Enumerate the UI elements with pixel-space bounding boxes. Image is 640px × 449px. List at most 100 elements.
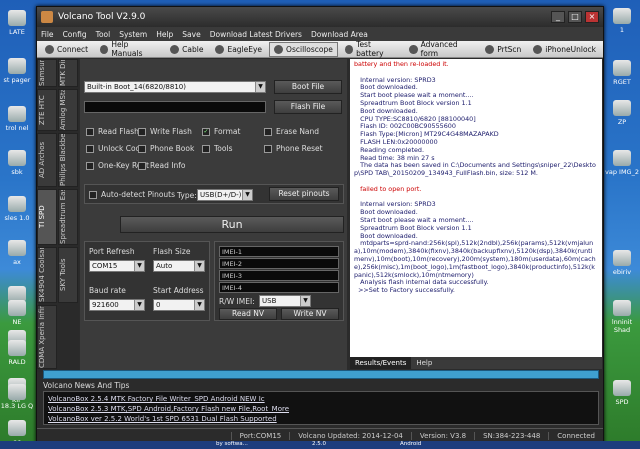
side-tab-6[interactable]: TI SPD <box>37 189 57 245</box>
side-tab-8[interactable]: SK4904 Coolsand & Huawei <box>37 247 57 303</box>
cable-button[interactable]: Cable <box>165 42 208 57</box>
iphoneunlock-button[interactable]: iPhoneUnlock <box>528 42 601 57</box>
boot-file-button[interactable]: Boot File <box>274 80 342 94</box>
side-tab-7[interactable]: Spreadtrum Easy Flash <box>58 189 78 245</box>
log-tab-1[interactable]: Help <box>411 357 437 369</box>
side-tab-1[interactable]: MTK Direct <box>58 59 78 87</box>
desktop-icon[interactable]: RALD <box>0 340 34 366</box>
check-tools[interactable]: Tools <box>202 144 232 153</box>
port-select[interactable]: COM15 ▼ <box>89 260 145 272</box>
menu-item-download-area[interactable]: Download Area <box>311 30 368 39</box>
boot-select[interactable]: Built-in Boot_14(6820/8810) ▼ <box>84 81 266 93</box>
maximize-icon[interactable]: □ <box>568 11 582 23</box>
check-format[interactable]: ✓ Format <box>202 127 240 136</box>
check-read-info[interactable]: Read Info <box>138 161 185 170</box>
desktop-icon[interactable]: NE <box>0 300 34 326</box>
checkbox[interactable] <box>138 127 146 136</box>
news-link[interactable]: VolcanoBox ver 2.5.2 World's 1st SPD 653… <box>48 414 594 424</box>
menu-item-download-latest-drivers[interactable]: Download Latest Drivers <box>210 30 302 39</box>
checkbox[interactable] <box>264 127 272 136</box>
check-phone-book[interactable]: Phone Book <box>138 144 194 153</box>
log-tab-0[interactable]: Results/Events <box>350 357 412 369</box>
rw-imei-select[interactable]: USB ▼ <box>259 295 311 307</box>
refresh-link[interactable]: Refresh <box>106 247 134 256</box>
prtscn-button[interactable]: PrtScn <box>480 42 526 57</box>
checkbox[interactable] <box>138 161 146 170</box>
read-nv-button[interactable]: Read NV <box>219 308 277 320</box>
desktop-icon[interactable]: ZP <box>605 100 639 126</box>
side-tab-4[interactable]: AD Archos <box>37 133 57 187</box>
minimize-icon[interactable]: _ <box>551 11 565 23</box>
imei-2-field[interactable]: IMEI-2 <box>219 258 339 269</box>
side-tab-0[interactable]: Samsung AD_Sky <box>37 59 57 87</box>
checkbox[interactable] <box>202 144 210 153</box>
baud-select[interactable]: 921600 ▼ <box>89 299 145 311</box>
desktop-icon[interactable]: RGET <box>605 60 639 86</box>
menu-item-file[interactable]: File <box>41 30 54 39</box>
news-link[interactable]: VolcanoBox 2.5.4 MTK Factory File Writer… <box>48 394 594 404</box>
side-tab-10[interactable]: CDMA Xperia Infineon <box>37 305 57 369</box>
menu-item-config[interactable]: Config <box>63 30 87 39</box>
checkbox[interactable] <box>89 190 97 199</box>
checkbox[interactable]: ✓ <box>202 127 210 136</box>
desktop-icon[interactable]: sbk <box>0 150 34 176</box>
advanced-form-button[interactable]: Advanced form <box>404 40 478 58</box>
auto-detect-check[interactable]: Auto-detect Pinouts <box>89 190 175 199</box>
type-select[interactable]: USB(D+/D-) ▼ <box>197 189 253 201</box>
menu-item-system[interactable]: System <box>119 30 147 39</box>
desktop-icon[interactable]: lnninit Shad <box>605 300 639 334</box>
check-unlock-code[interactable]: Unlock Code <box>86 144 145 153</box>
menu-item-tool[interactable]: Tool <box>96 30 111 39</box>
check-read-flash[interactable]: Read Flash <box>86 127 139 136</box>
run-button[interactable]: Run <box>120 216 344 233</box>
connect-button[interactable]: Connect <box>40 42 93 57</box>
imei-1-field[interactable]: IMEI-1 <box>219 246 339 257</box>
checkbox[interactable] <box>86 161 94 170</box>
taskbar-item[interactable]: 2.5.0 <box>312 441 326 447</box>
flash-file-input[interactable] <box>84 101 266 113</box>
side-tab-2[interactable]: ZTE HTC <box>37 89 57 131</box>
close-icon[interactable]: × <box>585 11 599 23</box>
desktop-icon[interactable]: LATE <box>0 10 34 36</box>
desktop-icon[interactable]: sles 1.0 <box>0 196 34 222</box>
test-battery-button[interactable]: Test battery <box>340 40 402 58</box>
imei-3-field[interactable]: IMEI-3 <box>219 270 339 281</box>
write-nv-button[interactable]: Write NV <box>281 308 339 320</box>
shortcut-icon <box>8 58 26 74</box>
imei-4-field[interactable]: IMEI-4 <box>219 282 339 293</box>
news-link[interactable]: VolcanoBox 2.5.3 MTK,SPD Android,Factory… <box>48 404 594 414</box>
desktop-icon[interactable]: trol nel <box>0 106 34 132</box>
log-output[interactable]: battery and then re-loaded it. Internal … <box>350 59 602 357</box>
checkbox[interactable] <box>86 127 94 136</box>
checkbox[interactable] <box>86 144 94 153</box>
menu-item-help[interactable]: Help <box>156 30 173 39</box>
eagleeye-button[interactable]: EagleEye <box>210 42 267 57</box>
camera-icon <box>485 44 495 54</box>
flash-size-select[interactable]: Auto ▼ <box>153 260 205 272</box>
side-tab-3[interactable]: Amlog MStar <box>58 89 78 131</box>
side-tab-5[interactable]: Philips Blackberry <box>58 133 78 187</box>
menu-item-save[interactable]: Save <box>182 30 200 39</box>
reset-pinouts-button[interactable]: Reset pinouts <box>269 187 339 201</box>
side-tab-9[interactable]: SKY Tools <box>58 247 78 303</box>
title-bar[interactable]: Volcano Tool V2.9.0 _ □ × <box>37 7 603 27</box>
desktop-icon[interactable]: vap IMG_2 <box>605 150 639 176</box>
taskbar-item[interactable]: by softwa... <box>216 441 248 447</box>
start-address-select[interactable]: 0 ▼ <box>153 299 205 311</box>
oscilloscope-button[interactable]: Oscilloscope <box>269 41 338 57</box>
desktop-icon[interactable]: st pager <box>0 58 34 84</box>
desktop-icon[interactable]: 18.3 LG Q <box>0 384 34 410</box>
desktop-icon[interactable]: 1 <box>605 8 639 34</box>
shortcut-icon <box>8 240 26 256</box>
check-phone-reset[interactable]: Phone Reset <box>264 144 323 153</box>
check-erase-nand[interactable]: Erase Nand <box>264 127 319 136</box>
check-write-flash[interactable]: Write Flash <box>138 127 192 136</box>
desktop-icon[interactable]: ebiriv <box>605 250 639 276</box>
flash-file-button[interactable]: Flash File <box>274 100 342 114</box>
taskbar-item[interactable]: Android <box>400 441 421 447</box>
desktop-icon[interactable]: SPD <box>605 380 639 406</box>
help-manuals-button[interactable]: Help Manuals <box>95 40 163 58</box>
desktop-icon[interactable]: ax <box>0 240 34 266</box>
checkbox[interactable] <box>138 144 146 153</box>
checkbox[interactable] <box>264 144 272 153</box>
